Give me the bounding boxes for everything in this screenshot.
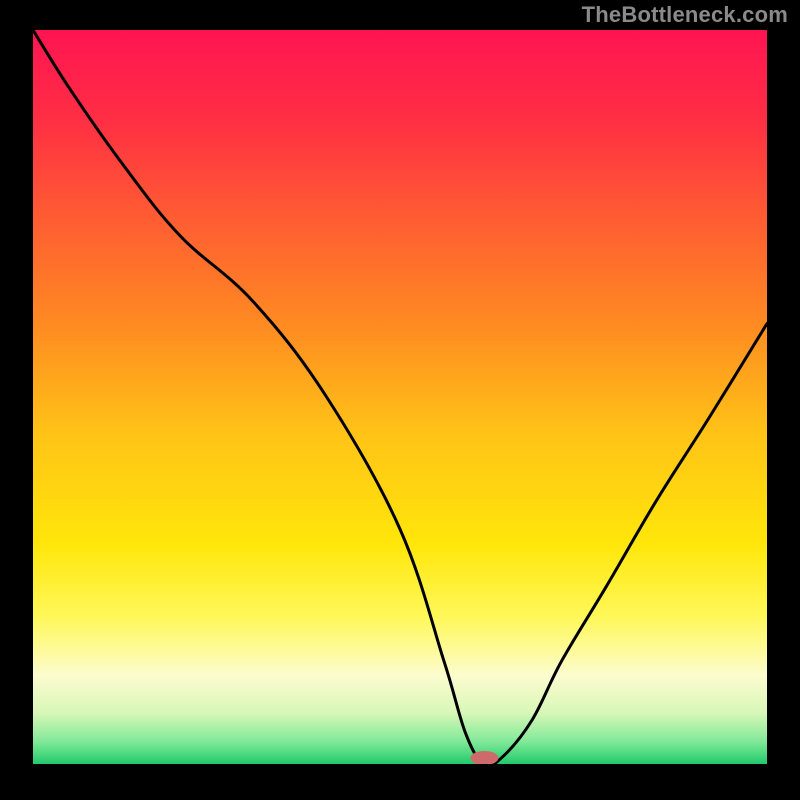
watermark-text: TheBottleneck.com xyxy=(582,2,788,28)
gradient-background xyxy=(33,30,767,764)
bottleneck-chart xyxy=(0,0,800,800)
optimum-marker xyxy=(470,751,498,765)
chart-frame: { "watermark": "TheBottleneck.com", "col… xyxy=(0,0,800,800)
